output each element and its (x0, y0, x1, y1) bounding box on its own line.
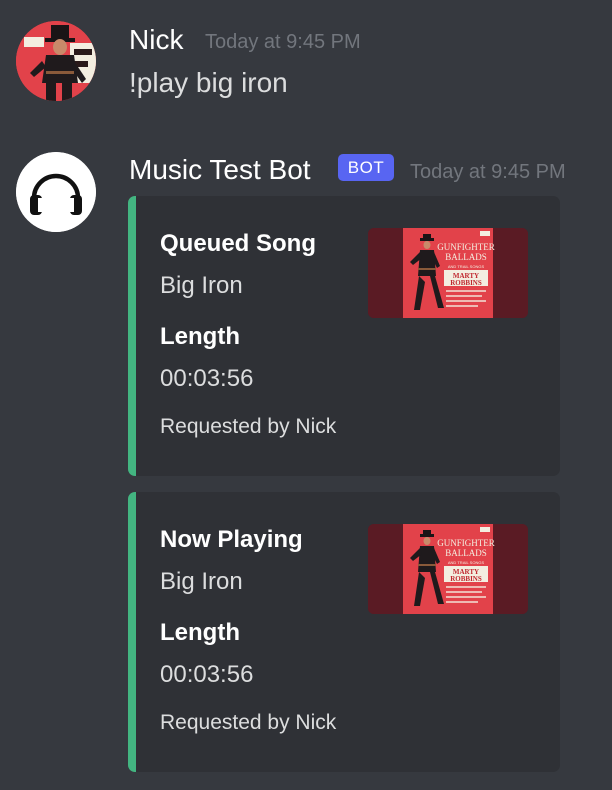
album-artist-line2: ROBBINS (450, 279, 482, 287)
embed-footer: Requested by Nick (160, 711, 337, 734)
headphones-icon (16, 152, 96, 232)
username[interactable]: Nick (129, 24, 183, 56)
user-avatar[interactable] (16, 21, 96, 101)
bot-badge: BOT (338, 154, 394, 181)
album-subtitle: AND TRAIL SONGS (448, 264, 485, 269)
album-title-line2: BALLADS (445, 252, 487, 262)
embed-field-name: Length (160, 619, 240, 646)
chat-messages: Nick Today at 9:45 PM !play big iron Mus… (0, 0, 612, 790)
embed-title: Now Playing (160, 526, 303, 553)
embed-song-name: Big Iron (160, 568, 243, 595)
album-subtitle: AND TRAIL SONGS (448, 560, 485, 565)
embed-accent-bar (128, 196, 136, 476)
album-title-line1: GUNFIGHTER (437, 538, 495, 548)
embed-queued-song: Queued Song Big Iron Length 00:03:56 Req… (128, 196, 560, 476)
bot-username[interactable]: Music Test Bot (129, 154, 311, 186)
message-text: !play big iron (129, 67, 288, 98)
embed-field-value: 00:03:56 (160, 661, 254, 688)
embed-title: Queued Song (160, 230, 316, 257)
embed-field-value: 00:03:56 (160, 365, 254, 392)
message-timestamp: Today at 9:45 PM (205, 31, 361, 53)
embed-song-name: Big Iron (160, 272, 243, 299)
album-artist-line2: ROBBINS (450, 575, 482, 583)
message-timestamp: Today at 9:45 PM (410, 161, 566, 183)
embed-field-name: Length (160, 323, 240, 350)
embed-accent-bar (128, 492, 136, 772)
album-title-line1: GUNFIGHTER (437, 242, 495, 252)
album-cover-image: GUNFIGHTER BALLADS AND TRAIL SONGS MARTY… (368, 524, 528, 614)
cowboy-photo-avatar (16, 21, 96, 101)
embed-now-playing: Now Playing Big Iron Length 00:03:56 Req… (128, 492, 560, 772)
album-cover-image: GUNFIGHTER BALLADS AND TRAIL SONGS MARTY… (368, 228, 528, 318)
album-cover-thumbnail[interactable]: GUNFIGHTER BALLADS AND TRAIL SONGS MARTY… (368, 228, 528, 318)
embed-footer: Requested by Nick (160, 415, 337, 438)
bot-avatar[interactable] (16, 152, 96, 232)
album-cover-thumbnail[interactable]: GUNFIGHTER BALLADS AND TRAIL SONGS MARTY… (368, 524, 528, 614)
album-title-line2: BALLADS (445, 548, 487, 558)
